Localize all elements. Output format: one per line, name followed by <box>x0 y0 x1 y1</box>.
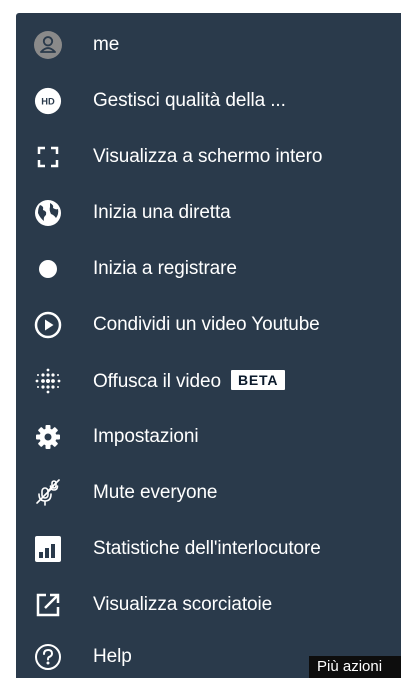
menu-item-shortcuts[interactable]: Visualizza scorciatoie <box>16 579 401 631</box>
menu-item-label: Gestisci qualità della ... <box>93 90 286 111</box>
more-actions-tooltip: Più azioni <box>309 656 401 678</box>
menu-item-label: Inizia una diretta <box>93 202 231 223</box>
fullscreen-icon <box>34 143 62 171</box>
menu-item-label: Inizia a registrare <box>93 258 237 279</box>
menu-item-label: Statistiche dell'interlocutore <box>93 538 321 559</box>
menu-item-label-text: Offusca il video <box>93 370 221 392</box>
menu-item-settings[interactable]: Impostazioni <box>16 411 401 463</box>
record-icon <box>34 255 62 283</box>
overflow-menu: me HD Gestisci qualità della ... Visuali… <box>16 13 401 678</box>
menu-item-mute-everyone[interactable]: Mute everyone <box>16 467 401 519</box>
menu-item-label: Condividi un video Youtube <box>93 314 320 335</box>
beta-badge: BETA <box>230 369 286 390</box>
external-link-icon <box>34 591 62 619</box>
svg-text:HD: HD <box>41 97 55 107</box>
menu-item-record[interactable]: Inizia a registrare <box>16 243 401 295</box>
menu-item-label: me <box>93 34 120 55</box>
menu-item-label: Offusca il video BETA <box>93 369 286 393</box>
avatar <box>34 31 62 59</box>
play-circle-icon <box>34 311 62 339</box>
blur-icon <box>34 367 62 395</box>
menu-item-label: Help <box>93 646 132 667</box>
menu-item-profile[interactable]: me <box>16 19 401 71</box>
menu-item-fullscreen[interactable]: Visualizza a schermo intero <box>16 131 401 183</box>
globe-icon <box>34 199 62 227</box>
menu-item-label: Visualizza scorciatoie <box>93 594 273 615</box>
menu-item-share-youtube[interactable]: Condividi un video Youtube <box>16 299 401 351</box>
gear-icon <box>34 423 62 451</box>
help-icon <box>34 643 62 671</box>
menu-item-speaker-stats[interactable]: Statistiche dell'interlocutore <box>16 523 401 575</box>
menu-item-label: Visualizza a schermo intero <box>93 146 323 167</box>
bar-chart-icon <box>34 535 62 563</box>
menu-item-livestream[interactable]: Inizia una diretta <box>16 187 401 239</box>
hd-icon: HD <box>34 87 62 115</box>
menu-item-blur-video[interactable]: Offusca il video BETA <box>16 355 401 407</box>
menu-item-label: Mute everyone <box>93 482 218 503</box>
menu-item-quality[interactable]: HD Gestisci qualità della ... <box>16 75 401 127</box>
menu-item-label: Impostazioni <box>93 426 199 447</box>
mic-muted-icon <box>34 479 62 507</box>
